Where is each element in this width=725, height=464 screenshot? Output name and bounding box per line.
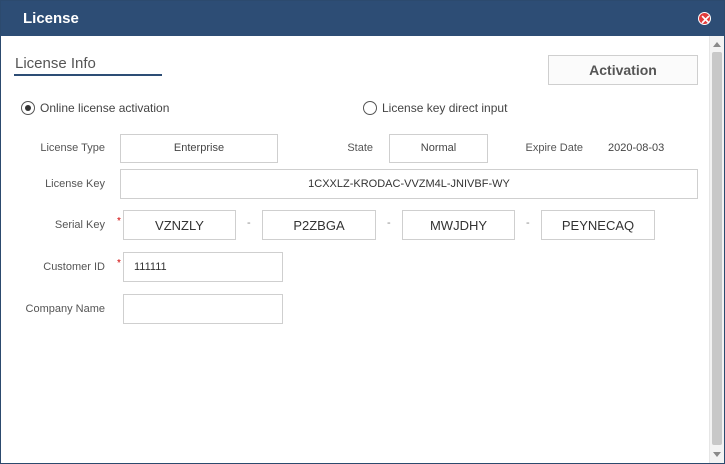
state-field: Normal [389,134,488,163]
license-type-value: Enterprise [173,142,225,154]
vertical-scrollbar[interactable] [709,36,724,463]
license-type-label: License Type [40,142,105,154]
dialog-content: License Info Activation Online license a… [1,36,709,463]
serial-separator: - [387,217,391,229]
expire-date-value: 2020-08-03 [608,142,665,154]
license-key-label: License Key [45,178,105,190]
serial-key-input[interactable] [124,211,235,239]
radio-online-activation[interactable]: Online license activation [21,101,169,115]
license-key-input[interactable] [120,169,698,199]
radio-checked-icon [21,101,35,115]
required-mark: * [117,216,121,227]
scrollbar-thumb[interactable] [712,52,722,445]
state-label: State [347,142,373,154]
close-icon[interactable] [698,12,711,25]
serial-key-input[interactable] [542,211,654,239]
license-dialog: License License Info Activation Online l… [0,0,725,464]
serial-key-part-2[interactable] [262,210,376,240]
radio-label: Online license activation [40,101,170,115]
company-name-label: Company Name [25,303,105,315]
serial-key-part-3[interactable] [402,210,515,240]
activation-button[interactable]: Activation [548,55,698,85]
state-value: Normal [420,142,457,154]
company-name-text[interactable] [124,295,282,323]
serial-key-input[interactable] [403,211,514,239]
license-key-text[interactable] [121,170,697,198]
radio-unchecked-icon [363,101,377,115]
dialog-title: License [23,10,79,27]
customer-id-label: Customer ID [43,261,105,273]
serial-separator: - [526,217,530,229]
serial-key-part-1[interactable] [123,210,236,240]
scroll-down-arrow-icon[interactable] [713,452,721,457]
section-title: License Info [15,55,96,72]
company-name-input[interactable] [123,294,283,324]
serial-separator: - [247,217,251,229]
title-bar[interactable]: License [1,1,724,36]
expire-date-label: Expire Date [525,142,583,154]
radio-label: License key direct input [382,101,508,115]
required-mark: * [117,258,121,269]
customer-id-text[interactable] [124,253,282,281]
radio-key-direct-input[interactable]: License key direct input [363,101,507,115]
scroll-up-arrow-icon[interactable] [713,42,721,47]
section-underline [14,74,162,76]
serial-key-label: Serial Key [54,219,105,231]
customer-id-input[interactable] [123,252,283,282]
serial-key-input[interactable] [263,211,375,239]
license-type-field: Enterprise [120,134,278,163]
serial-key-part-4[interactable] [541,210,655,240]
